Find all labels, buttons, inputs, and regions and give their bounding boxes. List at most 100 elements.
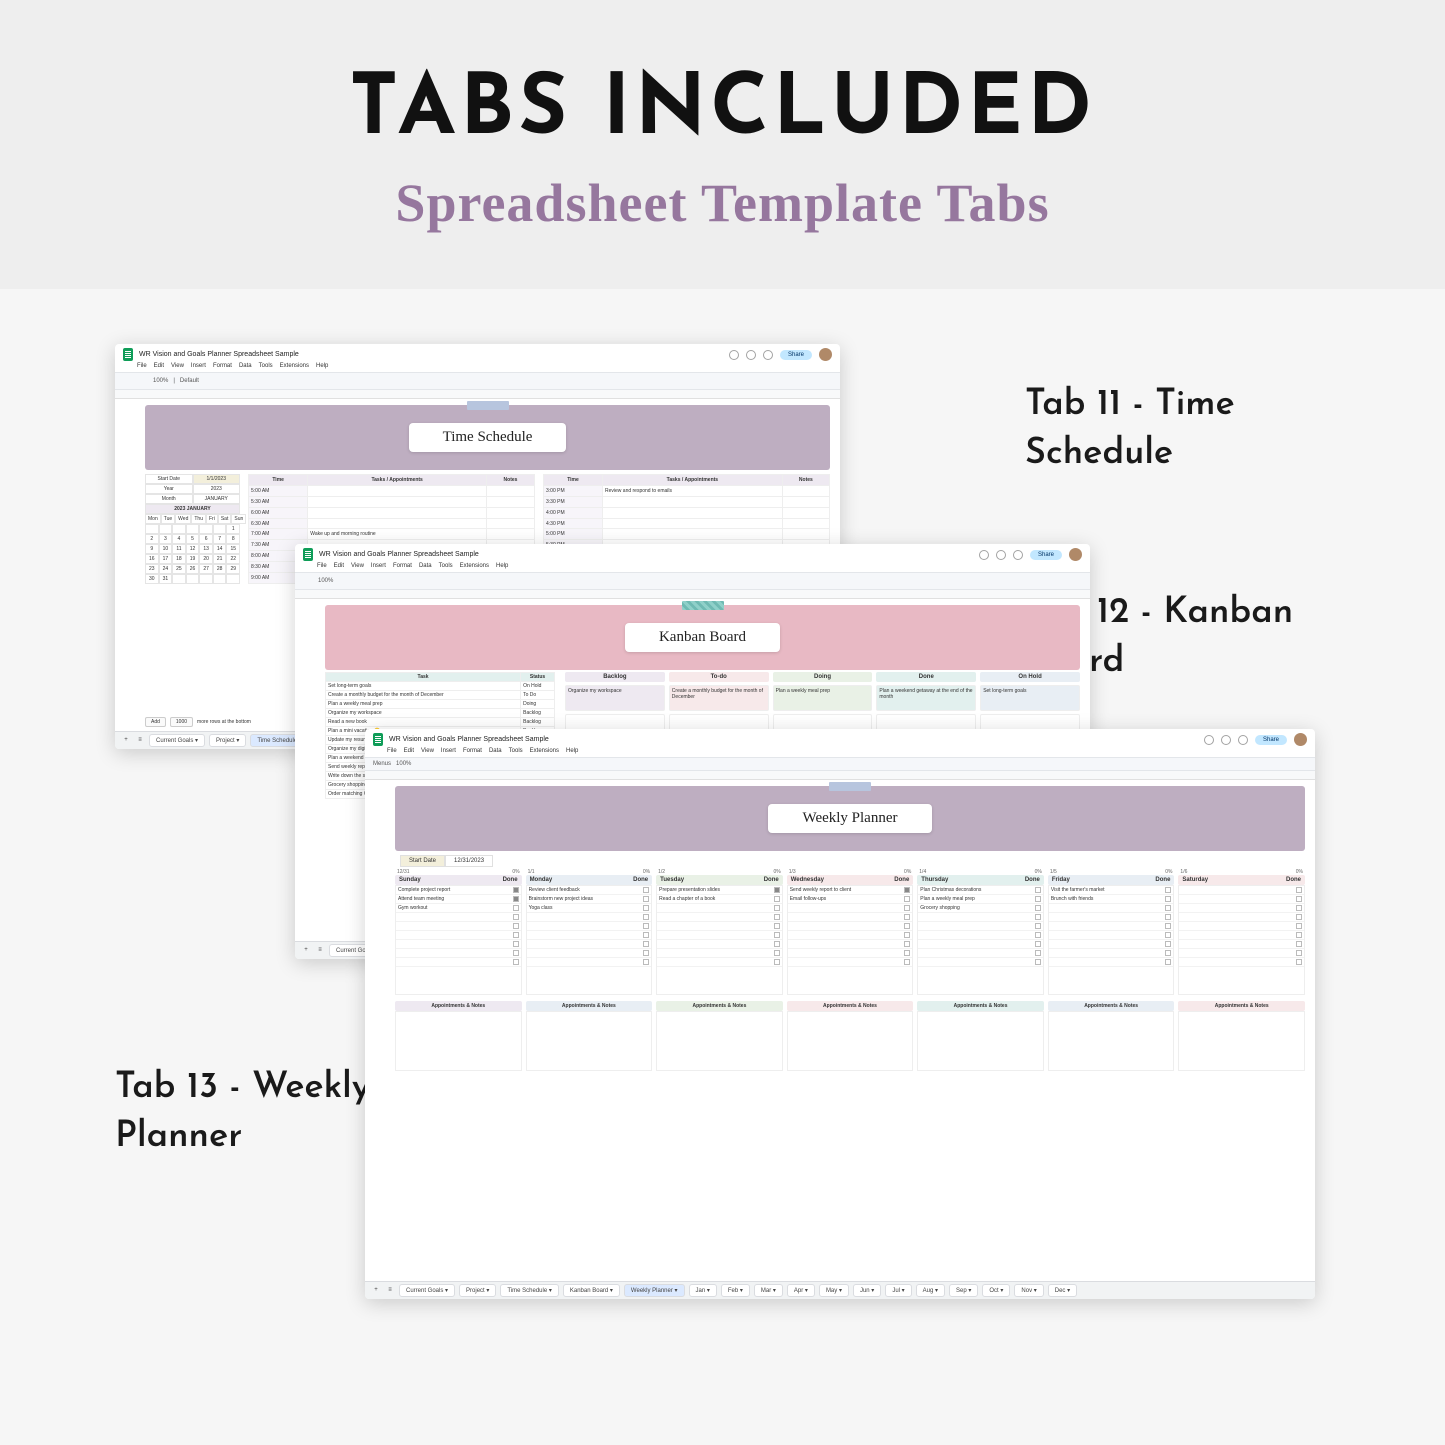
tab-dec[interactable]: Dec ▾ xyxy=(1048,1284,1077,1297)
menu-format[interactable]: Format xyxy=(393,563,412,569)
day-body[interactable]: Review client feedbackBrainstorm new pro… xyxy=(526,885,653,995)
cal-day[interactable]: 28 xyxy=(213,564,227,574)
menu-data[interactable]: Data xyxy=(419,563,432,569)
task-row[interactable] xyxy=(1179,922,1304,931)
task-row[interactable]: Prepare presentation slides xyxy=(657,886,782,895)
cell[interactable] xyxy=(487,518,535,529)
task-row[interactable] xyxy=(1179,904,1304,913)
tab-kanban-board[interactable]: Kanban Board ▾ xyxy=(563,1284,620,1297)
tab-mar[interactable]: Mar ▾ xyxy=(754,1284,783,1297)
cal-day[interactable]: 1 xyxy=(226,524,240,534)
cell[interactable] xyxy=(308,485,487,496)
tab-jul[interactable]: Jul ▾ xyxy=(885,1284,911,1297)
cell[interactable]: 5:30 AM xyxy=(249,496,308,507)
task-row[interactable] xyxy=(1049,904,1174,913)
task-row[interactable]: Plan a weekly meal prep xyxy=(918,895,1043,904)
cell[interactable]: 3:30 PM xyxy=(544,496,603,507)
cal-day[interactable]: 24 xyxy=(159,564,173,574)
task-row[interactable] xyxy=(1179,940,1304,949)
cal-day[interactable]: 8 xyxy=(226,534,240,544)
cal-day[interactable] xyxy=(213,574,227,584)
menu-file[interactable]: File xyxy=(317,563,327,569)
cell[interactable]: 5:00 PM xyxy=(544,529,603,540)
kanban-card[interactable]: Organize my workspace xyxy=(565,685,665,711)
cal-day[interactable] xyxy=(226,574,240,584)
menu-view[interactable]: View xyxy=(171,363,184,369)
cal-day[interactable]: 17 xyxy=(159,554,173,564)
task-row[interactable] xyxy=(657,922,782,931)
task-row[interactable] xyxy=(527,940,652,949)
appt-body[interactable] xyxy=(1178,1011,1305,1071)
task-row[interactable] xyxy=(657,958,782,967)
start-date-value[interactable]: 12/31/2023 xyxy=(445,855,493,867)
tab-feb[interactable]: Feb ▾ xyxy=(721,1284,750,1297)
cell[interactable]: Create a monthly budget for the month of… xyxy=(326,691,521,700)
cal-day[interactable]: 18 xyxy=(172,554,186,564)
task-row[interactable] xyxy=(788,940,913,949)
cal-day[interactable]: 22 xyxy=(226,554,240,564)
cell[interactable] xyxy=(782,485,829,496)
tab-apr[interactable]: Apr ▾ xyxy=(787,1284,815,1297)
task-row[interactable] xyxy=(788,931,913,940)
cell[interactable]: Read a new book xyxy=(326,718,521,727)
task-row[interactable] xyxy=(527,949,652,958)
task-row[interactable]: Complete project report xyxy=(396,886,521,895)
menu-edit[interactable]: Edit xyxy=(404,748,414,754)
task-row[interactable] xyxy=(918,958,1043,967)
cal-day[interactable]: 11 xyxy=(172,544,186,554)
cell[interactable] xyxy=(603,529,783,540)
comment-icon[interactable] xyxy=(1221,735,1231,745)
menu-edit[interactable]: Edit xyxy=(334,563,344,569)
cal-day[interactable]: 2 xyxy=(145,534,159,544)
cell[interactable] xyxy=(487,529,535,540)
day-body[interactable]: Send weekly report to clientEmail follow… xyxy=(787,885,914,995)
kanban-card[interactable]: Create a monthly budget for the month of… xyxy=(669,685,769,711)
appt-body[interactable] xyxy=(395,1011,522,1071)
cell[interactable] xyxy=(308,496,487,507)
menu-file[interactable]: File xyxy=(137,363,147,369)
menu-data[interactable]: Data xyxy=(239,363,252,369)
cell[interactable]: Organize my workspace xyxy=(326,709,521,718)
avatar[interactable] xyxy=(1294,733,1307,746)
cell[interactable] xyxy=(782,496,829,507)
task-row[interactable]: Attend team meeting xyxy=(396,895,521,904)
task-row[interactable] xyxy=(396,922,521,931)
add-sheet-icon[interactable]: + xyxy=(121,736,131,746)
cell[interactable] xyxy=(782,529,829,540)
cell[interactable]: 4:00 PM xyxy=(544,507,603,518)
cal-day[interactable]: 5 xyxy=(186,534,200,544)
start-date[interactable]: 1/1/2023 xyxy=(193,474,241,484)
task-row[interactable] xyxy=(527,913,652,922)
task-row[interactable] xyxy=(396,949,521,958)
avatar[interactable] xyxy=(819,348,832,361)
cal-day[interactable] xyxy=(213,524,227,534)
doc-title[interactable]: WR Vision and Goals Planner Spreadsheet … xyxy=(389,736,549,743)
cal-day[interactable]: 4 xyxy=(172,534,186,544)
task-row[interactable] xyxy=(918,931,1043,940)
cell[interactable]: Doing xyxy=(521,700,555,709)
menu-view[interactable]: View xyxy=(351,563,364,569)
task-row[interactable] xyxy=(1049,940,1174,949)
redo-icon[interactable] xyxy=(138,376,148,386)
cal-day[interactable]: 25 xyxy=(172,564,186,574)
menu-help[interactable]: Help xyxy=(316,363,328,369)
tab-project[interactable]: Project ▾ xyxy=(209,734,246,747)
tab-nov[interactable]: Nov ▾ xyxy=(1014,1284,1043,1297)
task-row[interactable] xyxy=(1179,886,1304,895)
task-row[interactable] xyxy=(788,958,913,967)
task-row[interactable] xyxy=(1049,922,1174,931)
all-sheets-icon[interactable]: ≡ xyxy=(385,1286,395,1296)
menu-extensions[interactable]: Extensions xyxy=(460,563,489,569)
undo-icon[interactable] xyxy=(303,576,313,586)
cell[interactable] xyxy=(782,507,829,518)
day-body[interactable]: Plan Christmas decorationsPlan a weekly … xyxy=(917,885,1044,995)
task-row[interactable] xyxy=(527,958,652,967)
meet-icon[interactable] xyxy=(1013,550,1023,560)
task-row[interactable] xyxy=(1179,931,1304,940)
appt-body[interactable] xyxy=(656,1011,783,1071)
menu-insert[interactable]: Insert xyxy=(191,363,206,369)
task-row[interactable] xyxy=(788,922,913,931)
cal-day[interactable] xyxy=(199,524,213,534)
cell[interactable]: 5:00 AM xyxy=(249,485,308,496)
cell[interactable]: 6:00 AM xyxy=(249,507,308,518)
